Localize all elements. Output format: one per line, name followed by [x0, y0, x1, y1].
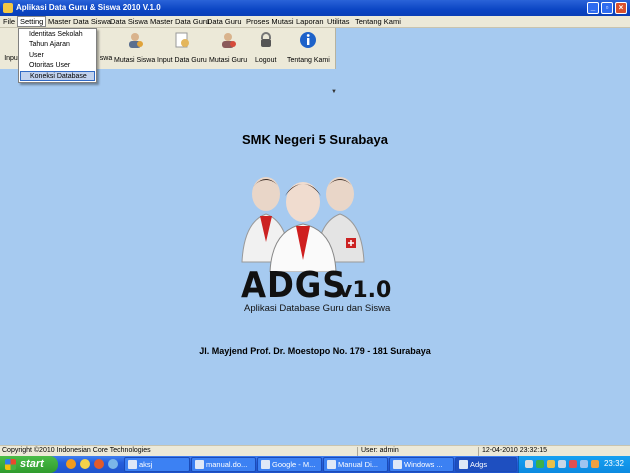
- start-button[interactable]: start: [0, 456, 58, 473]
- menu-utilitas[interactable]: Utilitas: [327, 17, 350, 26]
- people-logo-icon: [241, 177, 365, 272]
- school-address: Jl. Mayjend Prof. Dr. Moestopo No. 179 -…: [199, 346, 431, 356]
- toolbar-logout[interactable]: Logout: [255, 31, 276, 64]
- taskbar-item-aksj[interactable]: aksj: [124, 457, 190, 472]
- setting-dropdown-menu: Identitas Sekolah Tahun Ajaran User Otor…: [18, 28, 97, 83]
- toolbar-mutasi-guru[interactable]: Mutasi Guru: [209, 31, 247, 64]
- menu-bar: File Setting Master Data Siswa Data Sisw…: [0, 16, 630, 28]
- tray-security-icon[interactable]: [569, 460, 577, 468]
- lock-icon: [260, 32, 271, 47]
- menu-setting[interactable]: Setting: [17, 16, 47, 27]
- minimize-button[interactable]: _: [587, 2, 599, 14]
- toolbar-data-siswa[interactable]: swa: [97, 31, 115, 62]
- maximize-button[interactable]: ▫: [601, 2, 613, 14]
- taskbar-item-manual-di[interactable]: Manual Di...: [323, 457, 388, 472]
- taskbar-item-manual-doc[interactable]: manual.do...: [191, 457, 256, 472]
- logo-version: v1.0: [338, 278, 392, 303]
- tray-volume-icon[interactable]: [558, 460, 566, 468]
- toolbar-scroll-arrow[interactable]: ▼: [331, 89, 337, 95]
- app-icon: [3, 3, 13, 13]
- window-title: Aplikasi Data Guru & Siswa 2010 V.1.0: [16, 3, 161, 12]
- menu-data-guru[interactable]: Data Guru: [207, 17, 242, 26]
- data-siswa-icon: [97, 31, 115, 49]
- menu-master-data-siswa[interactable]: Master Data Siswa: [48, 17, 111, 26]
- status-copyright: Copyright ©2010 Indonesian Core Technolo…: [2, 447, 151, 454]
- input-guru-icon: [175, 32, 189, 48]
- school-name: SMK Negeri 5 Surabaya: [242, 132, 388, 147]
- menu-laporan[interactable]: Laporan: [296, 17, 324, 26]
- status-bar: Copyright ©2010 Indonesian Core Technolo…: [0, 445, 630, 456]
- quicklaunch-messenger-icon[interactable]: [80, 459, 90, 469]
- toolbar-mutasi-siswa[interactable]: Mutasi Siswa: [114, 31, 155, 64]
- menu-master-data-guru[interactable]: Master Data Guru: [150, 17, 210, 26]
- quicklaunch-desktop-icon[interactable]: [108, 459, 118, 469]
- taskbar-item-adgs[interactable]: Adgs: [455, 457, 517, 472]
- quicklaunch-media-icon[interactable]: [94, 459, 104, 469]
- window-title-bar[interactable]: Aplikasi Data Guru & Siswa 2010 V.1.0 _ …: [0, 0, 630, 16]
- logo-subtitle: Aplikasi Database Guru dan Siswa: [244, 303, 391, 314]
- menu-proses-mutasi[interactable]: Proses Mutasi: [246, 17, 294, 26]
- tray-display-icon[interactable]: [580, 460, 588, 468]
- taskbar-item-windows[interactable]: Windows ...: [389, 457, 454, 472]
- quicklaunch-firefox-icon[interactable]: [66, 459, 76, 469]
- taskbar-item-google[interactable]: Google - M...: [257, 457, 322, 472]
- status-separator: [478, 447, 479, 456]
- status-datetime: 12-04-2010 23:32:15: [482, 447, 547, 454]
- menu-data-siswa[interactable]: Data Siswa: [110, 17, 148, 26]
- menu-item-otoritas-user[interactable]: Otoritas User: [20, 61, 95, 71]
- system-tray: 23:32: [518, 456, 630, 473]
- menu-item-tahun-ajaran[interactable]: Tahun Ajaran: [20, 40, 95, 50]
- menu-item-user[interactable]: User: [20, 51, 95, 61]
- logo-text: ADGS: [241, 265, 347, 306]
- status-separator: [357, 447, 358, 456]
- folder-icon: [128, 460, 137, 469]
- toolbar-input-data-guru[interactable]: Input Data Guru: [157, 31, 207, 64]
- mutasi-guru-icon: [222, 33, 237, 48]
- status-user: User: admin: [361, 447, 399, 454]
- tray-messenger-icon[interactable]: [547, 460, 555, 468]
- tray-network-icon[interactable]: [525, 460, 533, 468]
- menu-file[interactable]: File: [3, 17, 15, 26]
- menu-tentang-kami[interactable]: Tentang Kami: [355, 17, 401, 26]
- word-document-icon: [195, 460, 204, 469]
- close-button[interactable]: ×: [615, 2, 627, 14]
- windows-media-icon: [393, 460, 402, 469]
- windows-flag-icon: [5, 459, 16, 470]
- toolbar-tentang-kami[interactable]: Tentang Kami: [287, 31, 330, 64]
- mutasi-siswa-icon: [128, 33, 143, 48]
- menu-item-identitas-sekolah[interactable]: Identitas Sekolah: [20, 30, 95, 40]
- info-icon: [300, 32, 317, 48]
- word-document-icon: [327, 460, 336, 469]
- firefox-icon: [261, 460, 270, 469]
- menu-item-koneksi-database[interactable]: Koneksi Database: [20, 71, 95, 81]
- tray-update-icon[interactable]: [591, 460, 599, 468]
- tray-antivirus-icon[interactable]: [536, 460, 544, 468]
- app-icon: [459, 460, 468, 469]
- taskbar: start aksj manual.do... Google - M... Ma…: [0, 456, 630, 473]
- taskbar-clock: 23:32: [603, 459, 624, 468]
